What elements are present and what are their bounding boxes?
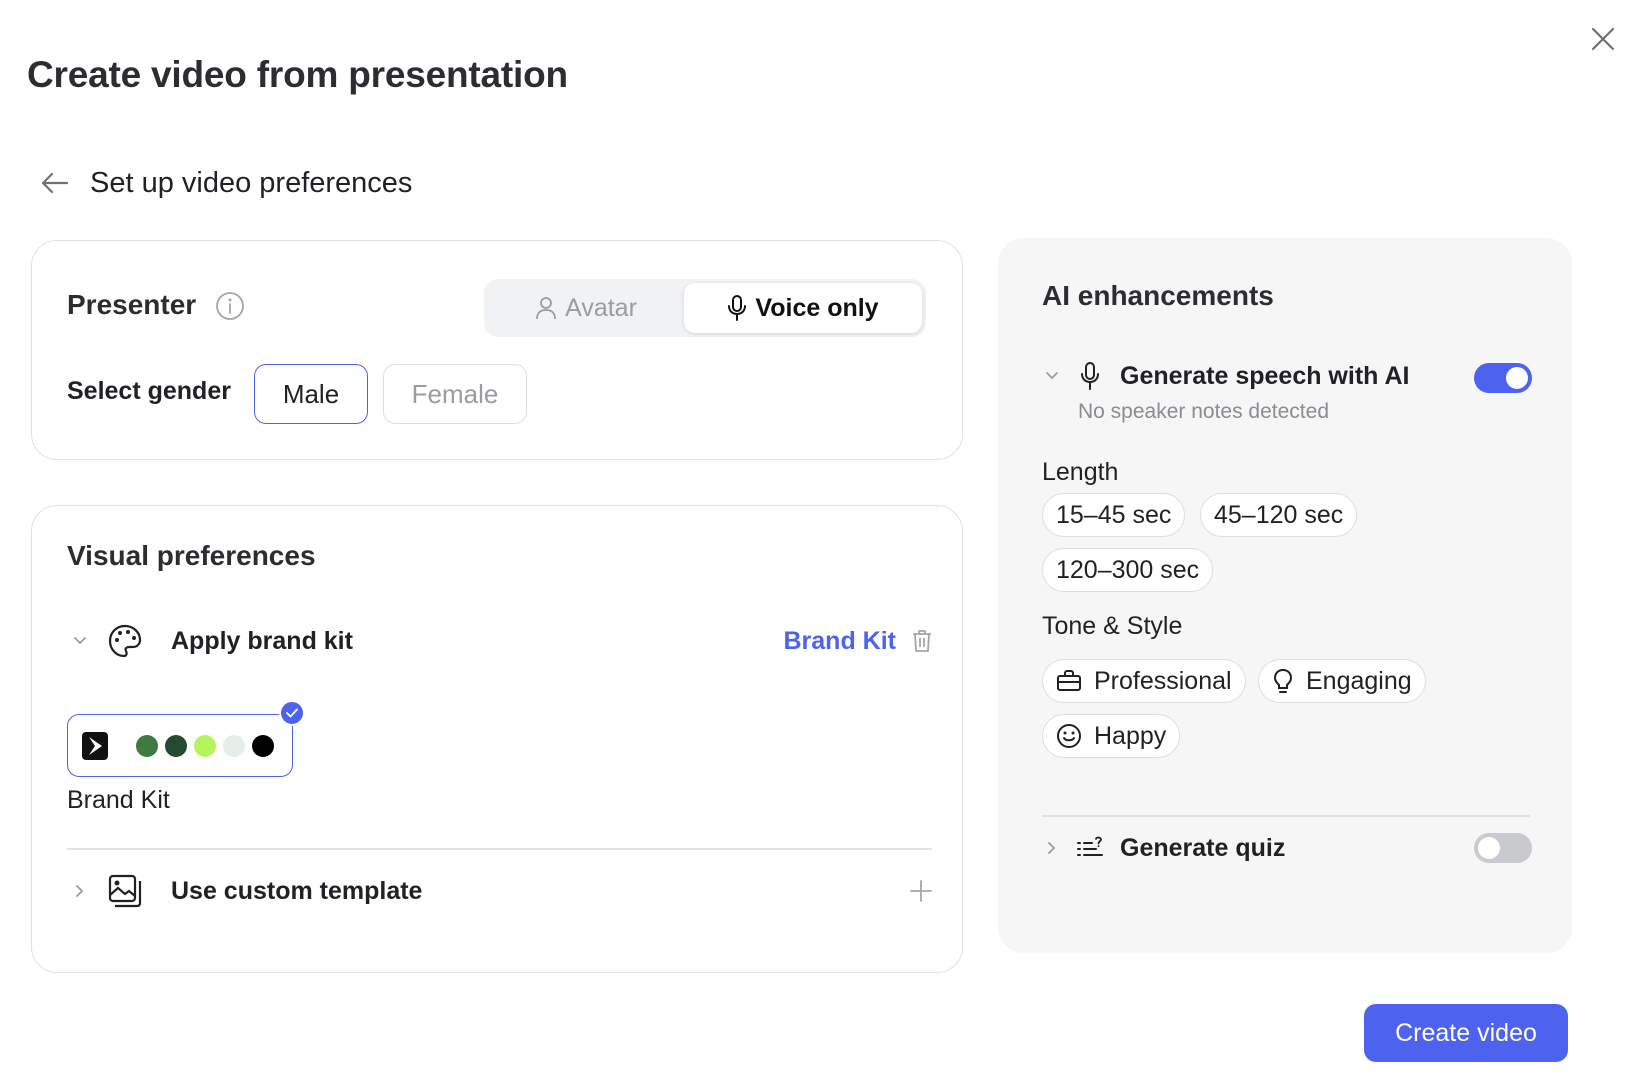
mode-voice-only[interactable]: Voice only bbox=[684, 283, 922, 333]
tone-happy[interactable]: Happy bbox=[1042, 714, 1181, 758]
mode-avatar-label: Avatar bbox=[565, 293, 637, 322]
gender-female-button[interactable]: Female bbox=[383, 364, 527, 424]
presenter-mode-switch: Avatar Voice only bbox=[484, 279, 926, 337]
chevron-down-icon bbox=[74, 637, 86, 645]
generate-quiz-toggle[interactable] bbox=[1474, 833, 1532, 863]
toggle-knob bbox=[1478, 837, 1500, 859]
selected-check-icon bbox=[279, 700, 305, 726]
chevron-right-icon bbox=[76, 885, 84, 897]
divider bbox=[1042, 815, 1530, 817]
smiley-icon bbox=[1057, 724, 1081, 748]
mode-voice-label: Voice only bbox=[755, 293, 879, 322]
briefcase-icon bbox=[1057, 670, 1081, 691]
brand-logo-icon bbox=[82, 731, 108, 760]
presenter-card: Presenter Avatar Voice only Select gende… bbox=[31, 240, 963, 460]
tone-style-label: Tone & Style bbox=[1042, 612, 1183, 640]
tone-engaging[interactable]: Engaging bbox=[1258, 659, 1426, 703]
custom-template-label: Use custom template bbox=[171, 876, 423, 905]
visual-preferences-card: Visual preferences Apply brand kit Brand… bbox=[31, 505, 963, 973]
brand-color-swatch bbox=[223, 734, 245, 757]
person-icon bbox=[536, 297, 556, 320]
gender-male-button[interactable]: Male bbox=[254, 364, 368, 424]
microphone-icon bbox=[728, 295, 747, 321]
brand-color-swatch bbox=[136, 734, 158, 757]
chevron-down-icon bbox=[1046, 372, 1058, 380]
template-expand-toggle[interactable] bbox=[67, 878, 93, 904]
close-icon bbox=[1591, 27, 1615, 51]
tone-happy-label: Happy bbox=[1094, 721, 1167, 750]
chevron-right-icon bbox=[1048, 842, 1056, 854]
arrow-left-icon bbox=[41, 172, 69, 194]
tone-professional[interactable]: Professional bbox=[1042, 659, 1246, 703]
speech-expand-toggle[interactable] bbox=[1042, 363, 1062, 389]
length-label: Length bbox=[1042, 458, 1119, 486]
brand-color-swatch bbox=[252, 734, 274, 757]
toggle-knob bbox=[1506, 367, 1528, 389]
lightbulb-icon bbox=[1273, 668, 1293, 693]
back-button[interactable] bbox=[36, 164, 74, 202]
image-template-icon bbox=[105, 871, 145, 911]
generate-quiz-row: Generate quiz bbox=[1042, 828, 1530, 868]
info-icon[interactable] bbox=[215, 291, 245, 321]
generate-speech-label: Generate speech with AI bbox=[1120, 361, 1410, 390]
length-option-15-45[interactable]: 15–45 sec bbox=[1042, 493, 1186, 537]
apply-brand-kit-row: Apply brand kit Brand Kit bbox=[67, 616, 932, 666]
plus-icon[interactable] bbox=[910, 880, 932, 902]
divider bbox=[67, 848, 932, 850]
generate-quiz-label: Generate quiz bbox=[1120, 833, 1286, 862]
ai-enhancements-panel: AI enhancements Generate speech with AI … bbox=[998, 238, 1572, 953]
apply-brand-kit-label: Apply brand kit bbox=[171, 626, 353, 655]
gender-label: Select gender bbox=[67, 377, 231, 405]
trash-icon[interactable] bbox=[912, 629, 932, 653]
microphone-icon bbox=[1074, 356, 1106, 396]
brand-kit-link[interactable]: Brand Kit bbox=[784, 627, 897, 656]
brand-kit-expand-toggle[interactable] bbox=[67, 628, 93, 654]
tone-professional-label: Professional bbox=[1094, 666, 1232, 695]
custom-template-row: Use custom template bbox=[67, 866, 932, 916]
generate-speech-toggle[interactable] bbox=[1474, 363, 1532, 393]
close-button[interactable] bbox=[1584, 20, 1622, 58]
tone-engaging-label: Engaging bbox=[1306, 666, 1412, 695]
brand-kit-card[interactable] bbox=[67, 714, 293, 777]
presenter-title: Presenter bbox=[67, 289, 197, 320]
brand-kit-name: Brand Kit bbox=[67, 786, 170, 814]
palette-icon bbox=[105, 621, 145, 661]
mode-avatar[interactable]: Avatar bbox=[488, 283, 684, 333]
quiz-list-icon bbox=[1074, 828, 1106, 868]
ai-title: AI enhancements bbox=[1042, 280, 1274, 311]
create-video-button[interactable]: Create video bbox=[1364, 1004, 1568, 1062]
quiz-expand-toggle[interactable] bbox=[1042, 835, 1062, 861]
generate-speech-row: Generate speech with AI bbox=[1042, 356, 1530, 396]
speech-subtitle: No speaker notes detected bbox=[1078, 400, 1329, 423]
length-option-45-120[interactable]: 45–120 sec bbox=[1200, 493, 1358, 537]
step-title: Set up video preferences bbox=[90, 166, 413, 199]
brand-color-swatch bbox=[165, 734, 187, 757]
dialog-title: Create video from presentation bbox=[27, 54, 568, 95]
length-option-120-300[interactable]: 120–300 sec bbox=[1042, 548, 1214, 592]
brand-color-swatch bbox=[194, 734, 216, 757]
visual-title: Visual preferences bbox=[67, 540, 316, 571]
